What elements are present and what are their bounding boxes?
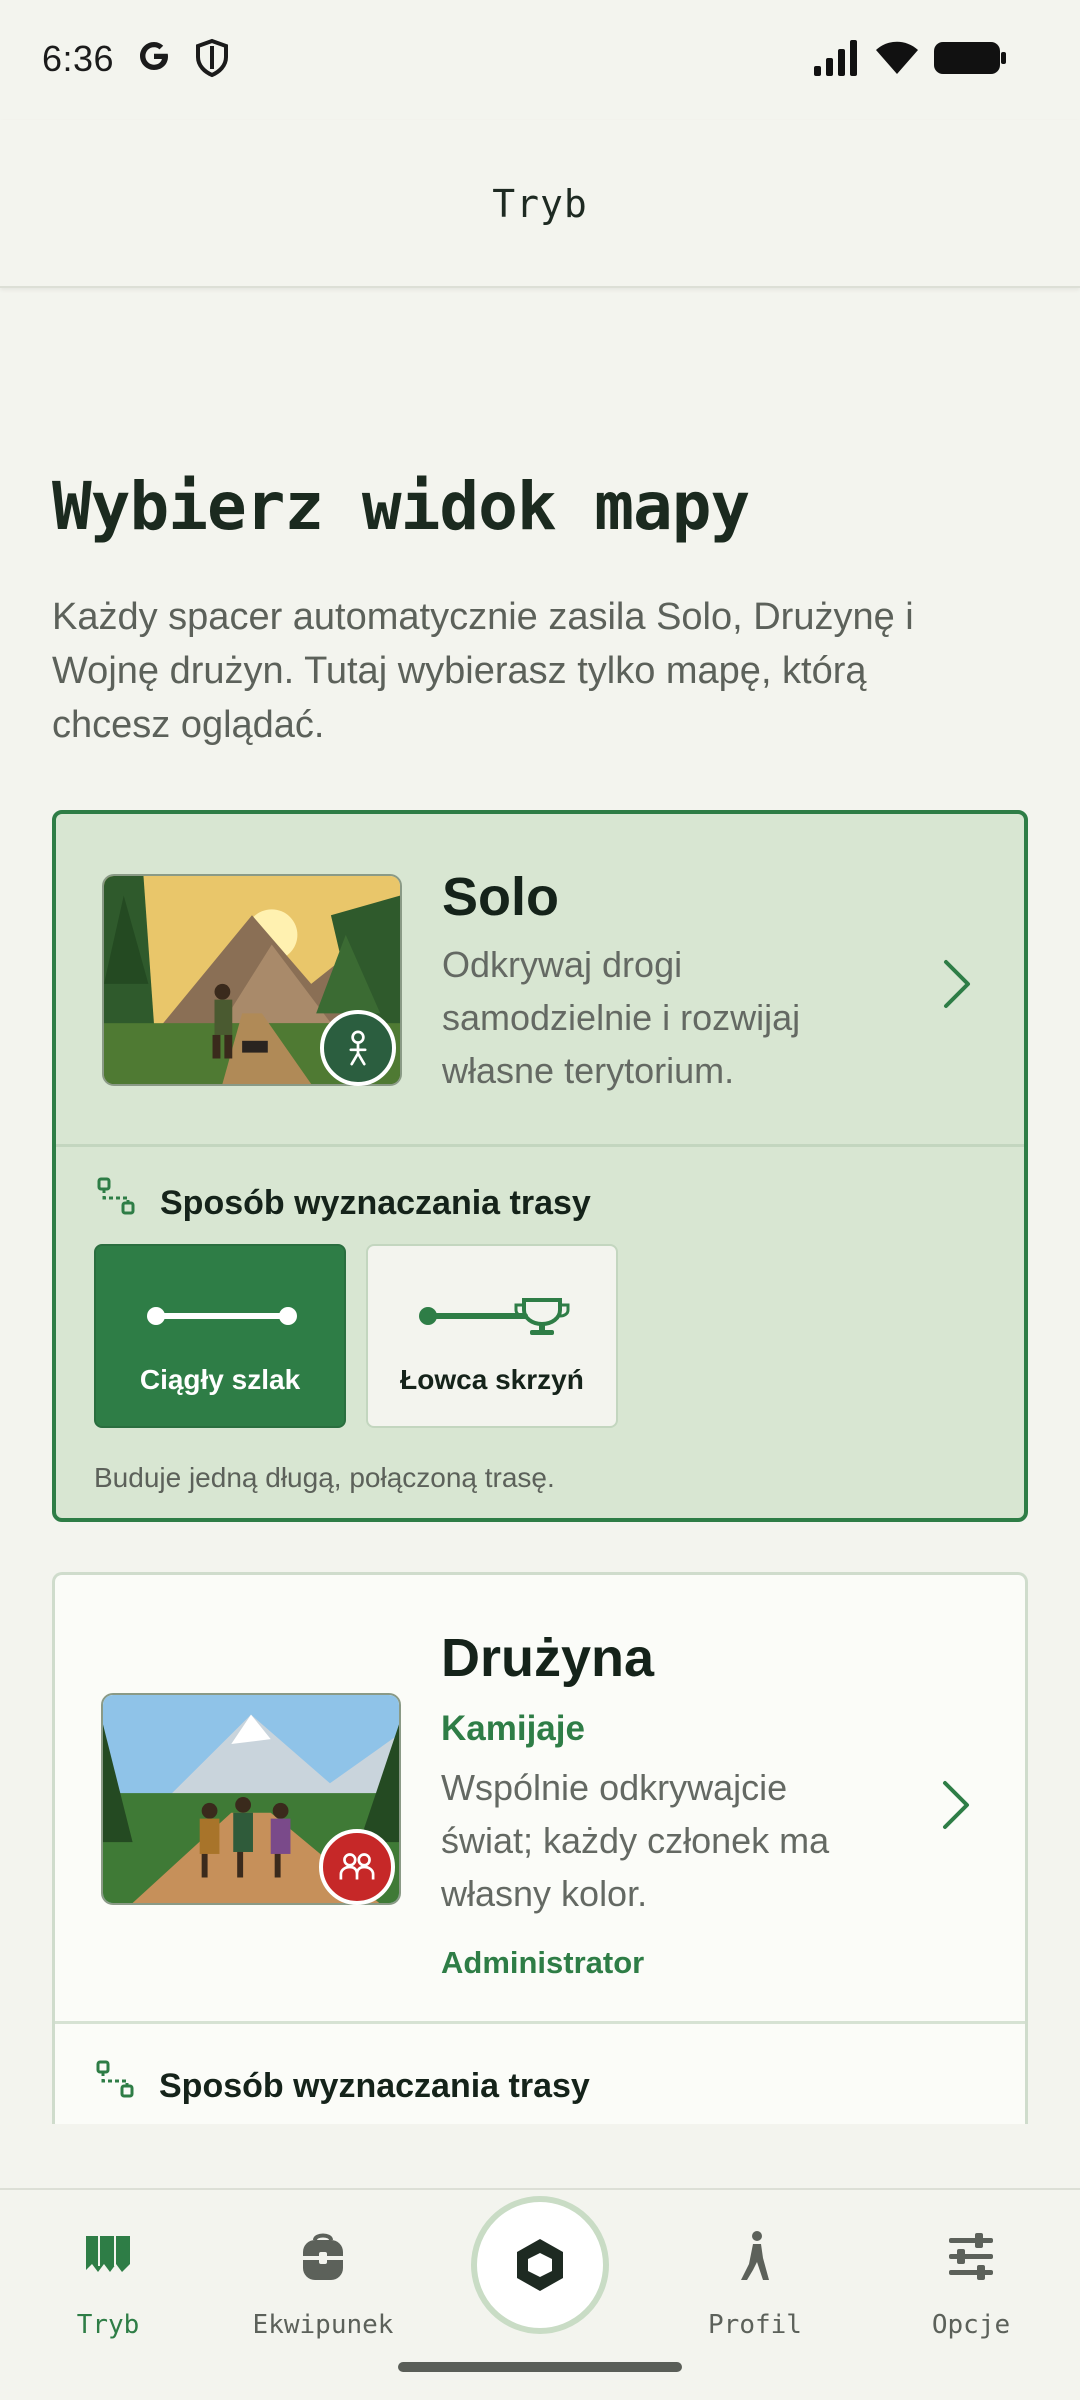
section-heading: Wybierz widok mapy (52, 468, 750, 545)
intro-text: Każdy spacer automatycznie zasila Solo, … (52, 596, 914, 746)
team-role: Administrator (441, 1945, 645, 1980)
page-title: Tryb (492, 182, 588, 226)
map-icon (86, 2236, 130, 2272)
nav-item-ekwipunek[interactable]: Ekwipunek (223, 2230, 423, 2360)
nav-label: Profil (708, 2310, 802, 2340)
main-content[interactable]: Wybierz widok mapy Każdy spacer automaty… (0, 290, 1080, 2124)
chevron-right-icon[interactable] (936, 954, 976, 1014)
wifi-icon (876, 41, 918, 74)
team-title: Drużyna (441, 1628, 655, 1688)
nav-item-opcje[interactable]: Opcje (871, 2230, 1071, 2360)
route-option-label: Ciągły szlak (139, 1364, 301, 1395)
chevron-right-icon[interactable] (935, 1775, 975, 1835)
nav-label: Opcje (931, 2310, 1011, 2340)
screen: 6:36 Tryb Wybierz widok mapy Każdy space… (0, 0, 1080, 2400)
backpack-icon (303, 2233, 343, 2280)
route-option-chest-hunter[interactable]: Łowca skrzyń (366, 1244, 618, 1428)
walker-icon (741, 2231, 769, 2280)
home-indicator[interactable] (398, 2362, 682, 2372)
route-method-label: Sposób wyznaczania trasy (159, 2067, 590, 2105)
nav-center-button[interactable] (471, 2196, 609, 2334)
solo-description: Odkrywaj drogi samodzielnie i rozwijaj w… (442, 944, 801, 1091)
mode-card-team[interactable]: Drużyna Kamijaje Wspólnie odkrywajcie św… (52, 1572, 1028, 2124)
card-divider (55, 2021, 1025, 2024)
hexagon-icon (517, 2239, 563, 2291)
nav-label: Tryb (76, 2310, 140, 2340)
route-option-continuous-trail[interactable]: Ciągły szlak (94, 1244, 346, 1428)
top-app-bar: Tryb (0, 120, 1080, 288)
card-divider (56, 1144, 1024, 1147)
nav-item-profil[interactable]: Profil (655, 2230, 855, 2360)
battery-icon (934, 42, 1006, 74)
route-icon (96, 2060, 134, 2098)
team-group-badge-icon (319, 1829, 395, 1905)
route-hint: Buduje jedną długą, połączoną trasę. (94, 1462, 555, 1493)
nav-label: Ekwipunek (252, 2310, 394, 2340)
status-time: 6:36 (42, 38, 115, 79)
route-option-label: Łowca skrzyń (400, 1364, 584, 1395)
route-method-label: Sposób wyznaczania trasy (160, 1184, 591, 1222)
status-bar: 6:36 (0, 0, 1080, 120)
nav-item-tryb[interactable]: Tryb (8, 2230, 208, 2360)
shield-icon (196, 38, 228, 78)
trophy-route-icon (419, 1298, 570, 1335)
solo-person-badge-icon (320, 1010, 396, 1086)
route-icon (97, 1177, 135, 1215)
team-name: Kamijaje (441, 1709, 585, 1748)
mode-card-solo[interactable]: Solo Odkrywaj drogi samodzielnie i rozwi… (52, 810, 1028, 1522)
solo-title: Solo (442, 867, 559, 927)
sliders-icon (949, 2233, 993, 2280)
signal-icon (814, 40, 857, 76)
google-icon (140, 42, 168, 70)
trail-line-icon (147, 1307, 297, 1325)
team-description: Wspólnie odkrywajcie świat; każdy człone… (441, 1767, 830, 1914)
